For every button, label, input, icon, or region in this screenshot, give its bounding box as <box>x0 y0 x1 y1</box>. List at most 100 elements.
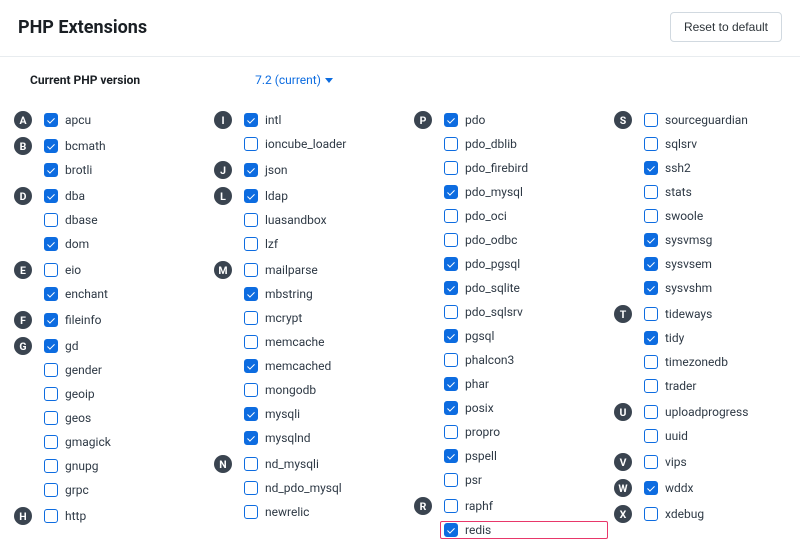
extension-row-sqlsrv[interactable]: sqlsrv <box>640 135 800 153</box>
extension-row-grpc[interactable]: grpc <box>40 481 208 499</box>
extension-checkbox-mysqlnd[interactable] <box>244 431 258 445</box>
extension-checkbox-sysvshm[interactable] <box>644 281 658 295</box>
extension-checkbox-mailparse[interactable] <box>244 263 258 277</box>
extension-row-json[interactable]: json <box>240 161 408 179</box>
extension-checkbox-eio[interactable] <box>44 263 58 277</box>
extension-checkbox-gnupg[interactable] <box>44 459 58 473</box>
extension-row-timezonedb[interactable]: timezonedb <box>640 353 800 371</box>
extension-checkbox-stats[interactable] <box>644 185 658 199</box>
extension-row-xdebug[interactable]: xdebug <box>640 505 800 523</box>
extension-row-mailparse[interactable]: mailparse <box>240 261 408 279</box>
extension-checkbox-pspell[interactable] <box>444 449 458 463</box>
extension-row-swoole[interactable]: swoole <box>640 207 800 225</box>
extension-checkbox-fileinfo[interactable] <box>44 313 58 327</box>
extension-row-uploadprogress[interactable]: uploadprogress <box>640 403 800 421</box>
extension-row-eio[interactable]: eio <box>40 261 208 279</box>
extension-row-mysqlnd[interactable]: mysqlnd <box>240 429 408 447</box>
extension-row-pdo_firebird[interactable]: pdo_firebird <box>440 159 608 177</box>
extension-checkbox-memcache[interactable] <box>244 335 258 349</box>
extension-checkbox-memcached[interactable] <box>244 359 258 373</box>
extension-row-phalcon3[interactable]: phalcon3 <box>440 351 608 369</box>
extension-row-fileinfo[interactable]: fileinfo <box>40 311 208 329</box>
extension-row-gender[interactable]: gender <box>40 361 208 379</box>
extension-row-pdo[interactable]: pdo <box>440 111 608 129</box>
extension-checkbox-geos[interactable] <box>44 411 58 425</box>
extension-checkbox-pdo_dblib[interactable] <box>444 137 458 151</box>
extension-row-nd_pdo_mysql[interactable]: nd_pdo_mysql <box>240 479 408 497</box>
extension-row-gnupg[interactable]: gnupg <box>40 457 208 475</box>
extension-checkbox-dom[interactable] <box>44 237 58 251</box>
extension-row-dom[interactable]: dom <box>40 235 208 253</box>
extension-row-psr[interactable]: psr <box>440 471 608 489</box>
extension-row-sysvshm[interactable]: sysvshm <box>640 279 800 297</box>
extension-checkbox-apcu[interactable] <box>44 113 58 127</box>
extension-row-tidy[interactable]: tidy <box>640 329 800 347</box>
extension-checkbox-pdo_odbc[interactable] <box>444 233 458 247</box>
extension-row-propro[interactable]: propro <box>440 423 608 441</box>
extension-checkbox-wddx[interactable] <box>644 481 658 495</box>
extension-checkbox-ldap[interactable] <box>244 189 258 203</box>
extension-row-pdo_pgsql[interactable]: pdo_pgsql <box>440 255 608 273</box>
extension-checkbox-timezonedb[interactable] <box>644 355 658 369</box>
extension-checkbox-mongodb[interactable] <box>244 383 258 397</box>
extension-row-lzf[interactable]: lzf <box>240 235 408 253</box>
extension-checkbox-nd_mysqli[interactable] <box>244 457 258 471</box>
extension-row-brotli[interactable]: brotli <box>40 161 208 179</box>
extension-checkbox-sqlsrv[interactable] <box>644 137 658 151</box>
extension-checkbox-tidy[interactable] <box>644 331 658 345</box>
extension-checkbox-posix[interactable] <box>444 401 458 415</box>
extension-checkbox-brotli[interactable] <box>44 163 58 177</box>
extension-row-intl[interactable]: intl <box>240 111 408 129</box>
extension-checkbox-dba[interactable] <box>44 189 58 203</box>
extension-checkbox-xdebug[interactable] <box>644 507 658 521</box>
reset-button[interactable]: Reset to default <box>670 12 782 42</box>
extension-checkbox-trader[interactable] <box>644 379 658 393</box>
extension-row-trader[interactable]: trader <box>640 377 800 395</box>
extension-row-pdo_dblib[interactable]: pdo_dblib <box>440 135 608 153</box>
extension-checkbox-intl[interactable] <box>244 113 258 127</box>
extension-row-mbstring[interactable]: mbstring <box>240 285 408 303</box>
extension-row-mysqli[interactable]: mysqli <box>240 405 408 423</box>
extension-row-sysvsem[interactable]: sysvsem <box>640 255 800 273</box>
extension-row-newrelic[interactable]: newrelic <box>240 503 408 521</box>
extension-checkbox-sourceguardian[interactable] <box>644 113 658 127</box>
version-selector[interactable]: 7.2 (current) <box>255 73 333 87</box>
extension-row-apcu[interactable]: apcu <box>40 111 208 129</box>
extension-checkbox-ssh2[interactable] <box>644 161 658 175</box>
extension-row-gd[interactable]: gd <box>40 337 208 355</box>
extension-row-uuid[interactable]: uuid <box>640 427 800 445</box>
extension-row-pgsql[interactable]: pgsql <box>440 327 608 345</box>
extension-row-nd_mysqli[interactable]: nd_mysqli <box>240 455 408 473</box>
extension-row-memcache[interactable]: memcache <box>240 333 408 351</box>
extension-checkbox-mcrypt[interactable] <box>244 311 258 325</box>
extension-checkbox-vips[interactable] <box>644 455 658 469</box>
extension-checkbox-pdo_oci[interactable] <box>444 209 458 223</box>
extension-row-phar[interactable]: phar <box>440 375 608 393</box>
extension-checkbox-sysvsem[interactable] <box>644 257 658 271</box>
extension-checkbox-nd_pdo_mysql[interactable] <box>244 481 258 495</box>
extension-checkbox-bcmath[interactable] <box>44 139 58 153</box>
extension-checkbox-pdo_sqlite[interactable] <box>444 281 458 295</box>
extension-row-ssh2[interactable]: ssh2 <box>640 159 800 177</box>
extension-row-luasandbox[interactable]: luasandbox <box>240 211 408 229</box>
extension-checkbox-pdo_firebird[interactable] <box>444 161 458 175</box>
extension-checkbox-ioncube_loader[interactable] <box>244 137 258 151</box>
extension-checkbox-propro[interactable] <box>444 425 458 439</box>
extension-row-memcached[interactable]: memcached <box>240 357 408 375</box>
extension-row-dba[interactable]: dba <box>40 187 208 205</box>
extension-row-dbase[interactable]: dbase <box>40 211 208 229</box>
extension-row-posix[interactable]: posix <box>440 399 608 417</box>
extension-checkbox-json[interactable] <box>244 163 258 177</box>
extension-checkbox-pdo_mysql[interactable] <box>444 185 458 199</box>
extension-checkbox-http[interactable] <box>44 509 58 523</box>
extension-row-enchant[interactable]: enchant <box>40 285 208 303</box>
extension-row-sysvmsg[interactable]: sysvmsg <box>640 231 800 249</box>
extension-checkbox-raphf[interactable] <box>444 499 458 513</box>
extension-row-tideways[interactable]: tideways <box>640 305 800 323</box>
extension-checkbox-phar[interactable] <box>444 377 458 391</box>
extension-row-ldap[interactable]: ldap <box>240 187 408 205</box>
extension-row-pdo_mysql[interactable]: pdo_mysql <box>440 183 608 201</box>
extension-row-geos[interactable]: geos <box>40 409 208 427</box>
extension-checkbox-uuid[interactable] <box>644 429 658 443</box>
extension-checkbox-grpc[interactable] <box>44 483 58 497</box>
